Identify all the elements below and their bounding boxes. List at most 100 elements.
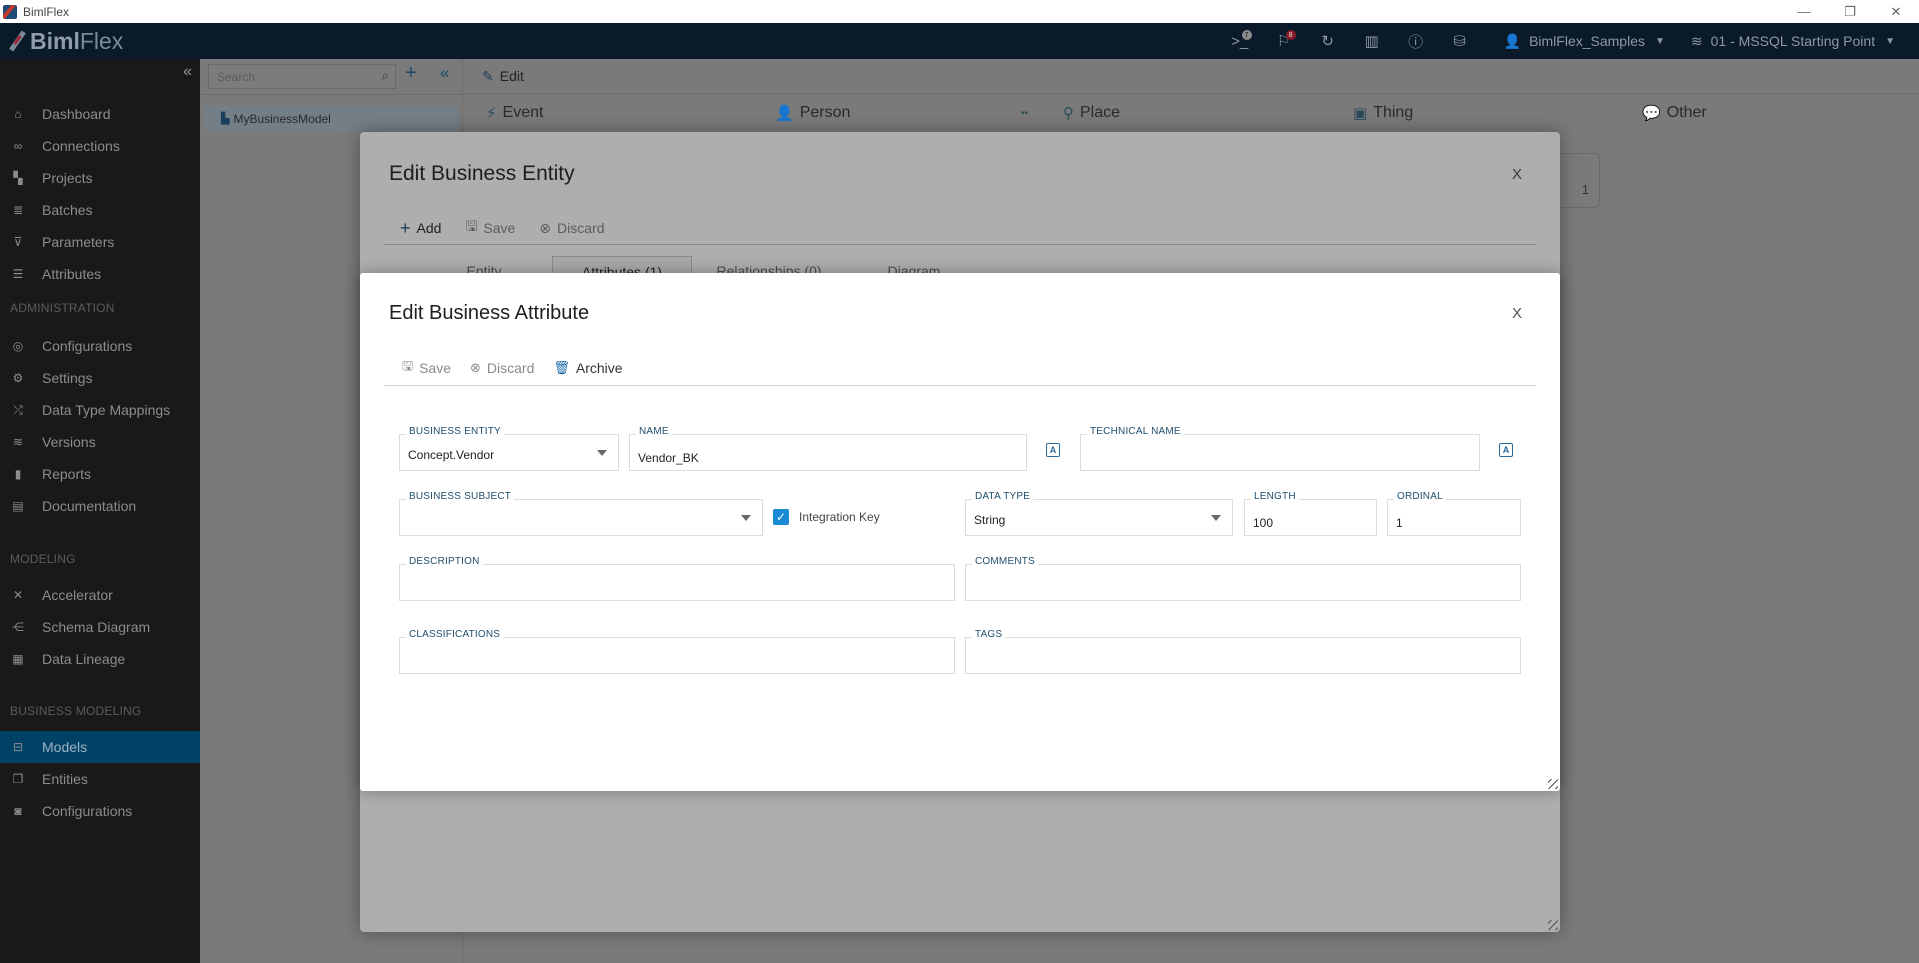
category-person[interactable]: 👤 Person (775, 104, 850, 122)
sidebar-item-attributes[interactable]: ☰ Attributes (0, 258, 200, 290)
validation-flags-button[interactable]: ⚐ 8 (1262, 23, 1306, 59)
sidebar-item-data-type-mappings[interactable]: ⤮ Data Type Mappings (0, 394, 200, 426)
search-icon[interactable]: ⌕ (382, 68, 389, 84)
collapse-sidebar-button[interactable]: « (183, 63, 192, 81)
technical-name-input[interactable] (1081, 435, 1479, 470)
name-field[interactable]: NAME (629, 426, 1027, 471)
sidebar-item-configurations[interactable]: ◎ Configurations (0, 330, 200, 362)
card-count: 1 (1581, 182, 1589, 197)
link-icon: ∞ (13, 139, 23, 153)
category-row: ⚡ Event 👤 Person •• ⚲ Place ▣ Thing 💬 Other (464, 104, 1919, 132)
close-window-button[interactable]: ✕ (1873, 0, 1919, 23)
edit-label: Edit (499, 68, 524, 84)
dropdown-caret-icon[interactable] (1211, 515, 1221, 521)
comments-input[interactable] (966, 565, 1520, 600)
customer-selector[interactable]: 👤 BimlFlex_Samples ▼ (1504, 33, 1665, 50)
category-event[interactable]: ⚡ Event (486, 104, 543, 122)
drag-handle-icon[interactable]: •• (1021, 108, 1028, 119)
sidebar-item-label: Versions (42, 434, 96, 450)
refresh-button[interactable]: ↻ (1306, 23, 1350, 59)
discard-button[interactable]: ⊗ Discard (539, 216, 604, 240)
app-header-actions: >_ 7 ⚐ 8 ↻ ▥ ⓘ ⛁ 👤 BimlFlex_Samples ▼ ≋ … (1218, 23, 1919, 59)
dropdown-caret-icon[interactable] (597, 450, 607, 456)
category-place[interactable]: ⚲ Place (1063, 104, 1120, 122)
integration-key-checkbox[interactable]: ✓ Integration Key (773, 509, 880, 525)
sidebar-item-dashboard[interactable]: ⌂ Dashboard (0, 98, 200, 130)
business-subject-select[interactable]: BUSINESS SUBJECT (399, 491, 763, 536)
sidebar-item-reports[interactable]: ▮ Reports (0, 458, 200, 490)
metadata-button[interactable]: ▥ (1350, 23, 1394, 59)
sidebar-item-label: Configurations (42, 803, 133, 819)
classifications-input[interactable] (400, 638, 954, 673)
length-input[interactable] (1245, 500, 1376, 535)
sidebar-item-parameters[interactable]: ⊽ Parameters (0, 226, 200, 258)
sidebar-item-settings[interactable]: ⚙ Settings (0, 362, 200, 394)
close-button[interactable]: X (1512, 305, 1522, 322)
category-thing[interactable]: ▣ Thing (1353, 104, 1413, 122)
tree-search-input[interactable]: Search ⌕ (208, 64, 396, 89)
comment-icon: 💬 (1642, 105, 1661, 122)
resize-handle[interactable] (1548, 920, 1558, 930)
sidebar-item-projects[interactable]: ▚ Projects (0, 162, 200, 194)
business-entity-select[interactable]: BUSINESS ENTITY Concept.Vendor (399, 426, 619, 471)
sidebar-item-accelerator[interactable]: ✕ Accelerator (0, 579, 200, 611)
console-button[interactable]: >_ 7 (1218, 23, 1262, 59)
user-icon: 👤 (1503, 32, 1522, 49)
name-input[interactable] (630, 435, 1026, 470)
technical-name-auto-generate-icon[interactable]: A (1499, 443, 1513, 457)
help-button[interactable]: ⓘ (1394, 23, 1438, 59)
shuffle-icon: ⤮ (13, 402, 23, 417)
sidebar-item-connections[interactable]: ∞ Connections (0, 130, 200, 162)
sidebar-item-schema-diagram[interactable]: ⋲ Schema Diagram (0, 611, 200, 643)
ordinal-input[interactable] (1388, 500, 1520, 535)
sidebar-item-batches[interactable]: ≣ Batches (0, 194, 200, 226)
pencil-icon: ✎ (482, 67, 494, 84)
sidebar-item-data-lineage[interactable]: ▦ Data Lineage (0, 643, 200, 675)
bimlflex-app-icon (3, 4, 17, 19)
classifications-field[interactable]: CLASSIFICATIONS (399, 629, 955, 674)
length-field[interactable]: LENGTH (1244, 491, 1377, 536)
tree-node-model[interactable]: ▙ MyBusinessModel (205, 106, 458, 131)
discard-button[interactable]: ⊗ Discard (470, 357, 534, 379)
restore-button[interactable]: ❐ (1827, 0, 1873, 23)
technical-name-field[interactable]: TECHNICAL NAME (1080, 426, 1480, 471)
sidebar-item-models[interactable]: ⊟ Models (0, 731, 200, 763)
models-icon: ⊟ (12, 740, 24, 754)
resize-handle[interactable] (1548, 779, 1558, 789)
chevron-down-icon: ▼ (1655, 35, 1665, 47)
sidebar-item-business-configurations[interactable]: ◙ Configurations (0, 795, 200, 827)
customer-name: BimlFlex_Samples (1529, 33, 1645, 49)
collapse-panel-button[interactable]: « (440, 63, 449, 83)
name-auto-generate-icon[interactable]: A (1046, 443, 1060, 457)
accelerator-icon: ✕ (12, 588, 24, 602)
sidebar-item-versions[interactable]: ≋ Versions (0, 426, 200, 458)
minimize-button[interactable]: — (1781, 0, 1827, 23)
batches-icon: ≣ (12, 203, 24, 217)
checkmark-icon[interactable]: ✓ (773, 509, 789, 525)
sidebar-item-label: Settings (42, 370, 93, 386)
tags-input[interactable] (966, 638, 1520, 673)
version-selector[interactable]: ≋ 01 - MSSQL Starting Point ▼ (1691, 33, 1895, 50)
sidebar-item-entities[interactable]: ❐ Entities (0, 763, 200, 795)
layers-icon: ≋ (1690, 32, 1703, 49)
description-input[interactable] (400, 565, 954, 600)
server-button[interactable]: ⛁ (1438, 23, 1482, 59)
dialog-toolbar: 🖫 Save ⊗ Discard 🗑 Archive (402, 357, 642, 379)
category-other[interactable]: 💬 Other (1642, 104, 1707, 122)
archive-button[interactable]: 🗑 Archive (553, 357, 622, 379)
dropdown-caret-icon[interactable] (741, 515, 751, 521)
sidebar-item-documentation[interactable]: ▤ Documentation (0, 490, 200, 522)
edit-button[interactable]: ✎ Edit (482, 68, 524, 85)
comments-field[interactable]: COMMENTS (965, 556, 1521, 601)
save-button[interactable]: 🖫 Save (402, 357, 451, 379)
add-model-button[interactable]: + (405, 62, 417, 85)
add-button[interactable]: + Add (400, 216, 441, 240)
close-button[interactable]: X (1512, 166, 1522, 183)
save-button[interactable]: 🖫 Save (465, 216, 515, 240)
description-field[interactable]: DESCRIPTION (399, 556, 955, 601)
tree-node-label: MyBusinessModel (233, 111, 331, 126)
category-label: Place (1080, 104, 1121, 121)
ordinal-field[interactable]: ORDINAL (1387, 491, 1521, 536)
data-type-select[interactable]: DATA TYPE String (965, 491, 1233, 536)
tags-field[interactable]: TAGS (965, 629, 1521, 674)
